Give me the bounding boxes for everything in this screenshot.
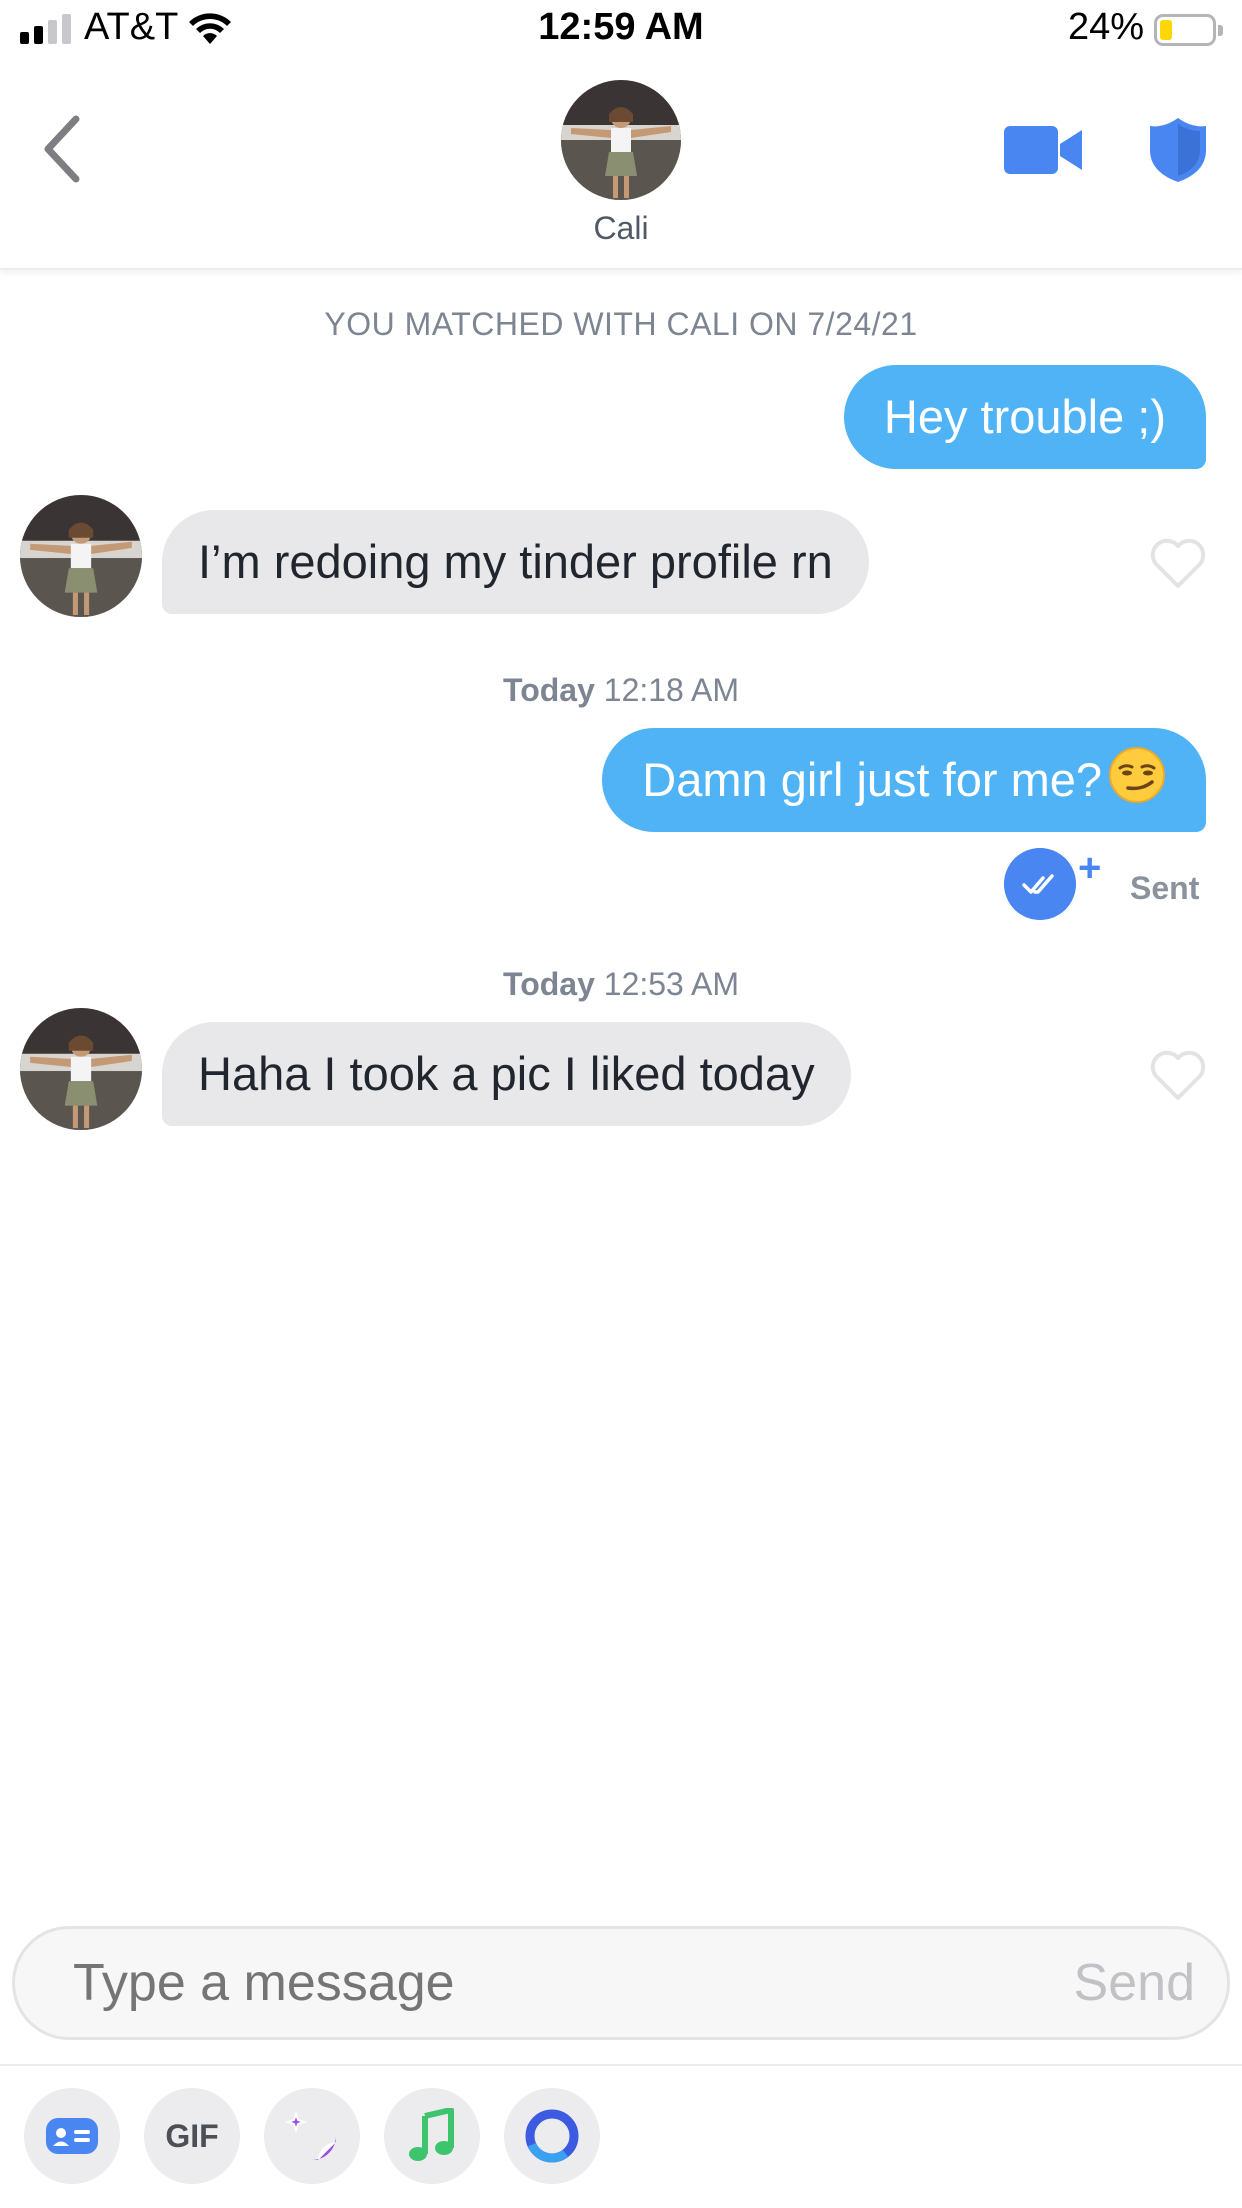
chat-header: Cali	[0, 64, 1242, 270]
read-receipt-icon[interactable]	[1004, 848, 1076, 920]
battery-fill	[1160, 20, 1172, 40]
avatar[interactable]	[561, 80, 681, 200]
shield-icon[interactable]	[1148, 116, 1208, 184]
timestamp-time: 12:18 AM	[603, 672, 739, 708]
contact-name[interactable]: Cali	[0, 210, 1242, 247]
incoming-message[interactable]: Haha I took a pic I liked today	[162, 1022, 851, 1126]
chat-screen: AT&T 12:59 AM 24% Cali YOU MATCHED WITH …	[0, 0, 1242, 2208]
timestamp-time: 12:53 AM	[603, 966, 739, 1002]
avatar[interactable]	[20, 495, 142, 617]
composer-toolbar: GIF	[0, 2064, 1242, 2208]
incoming-message[interactable]: I’m redoing my tinder profile rn	[162, 510, 869, 614]
profile-card-button[interactable]	[24, 2088, 120, 2184]
heart-icon[interactable]	[1148, 536, 1208, 590]
music-note-icon	[409, 2108, 454, 2161]
outgoing-message[interactable]: Damn girl just for me?	[602, 728, 1206, 832]
timestamp-day: Today	[503, 966, 595, 1002]
message-timestamp: Today 12:18 AM	[0, 672, 1242, 709]
plus-icon[interactable]: +	[1078, 848, 1101, 888]
sticker-button[interactable]	[264, 2088, 360, 2184]
message-text: Damn girl just for me?	[642, 753, 1102, 806]
video-camera-icon[interactable]	[1004, 122, 1084, 178]
message-input[interactable]	[73, 1929, 873, 2037]
gif-button[interactable]: GIF	[144, 2088, 240, 2184]
heart-icon[interactable]	[1148, 1048, 1208, 1102]
avatar[interactable]	[20, 1008, 142, 1130]
battery-percent: 24%	[1068, 6, 1145, 48]
message-composer: Send	[12, 1926, 1230, 2040]
chevron-left-icon[interactable]	[34, 109, 94, 189]
outgoing-message[interactable]: Hey trouble ;)	[843, 365, 1206, 469]
sticker-icon	[284, 2110, 336, 2160]
timestamp-day: Today	[503, 672, 595, 708]
status-bar: AT&T 12:59 AM 24%	[0, 0, 1242, 64]
match-notice: YOU MATCHED WITH CALI ON 7/24/21	[324, 306, 918, 342]
ring-button[interactable]	[504, 2088, 600, 2184]
smirking-face-emoji	[1109, 747, 1165, 803]
battery-icon	[1154, 14, 1223, 46]
gif-label: GIF	[165, 2117, 219, 2154]
sent-status: Sent	[1130, 870, 1200, 906]
ring-icon	[525, 2109, 579, 2163]
status-time: 12:59 AM	[538, 6, 704, 48]
message-timestamp: Today 12:53 AM	[0, 966, 1242, 1003]
music-button[interactable]	[384, 2088, 480, 2184]
send-button[interactable]: Send	[1074, 1929, 1195, 2037]
profile-card-icon	[46, 2118, 98, 2154]
